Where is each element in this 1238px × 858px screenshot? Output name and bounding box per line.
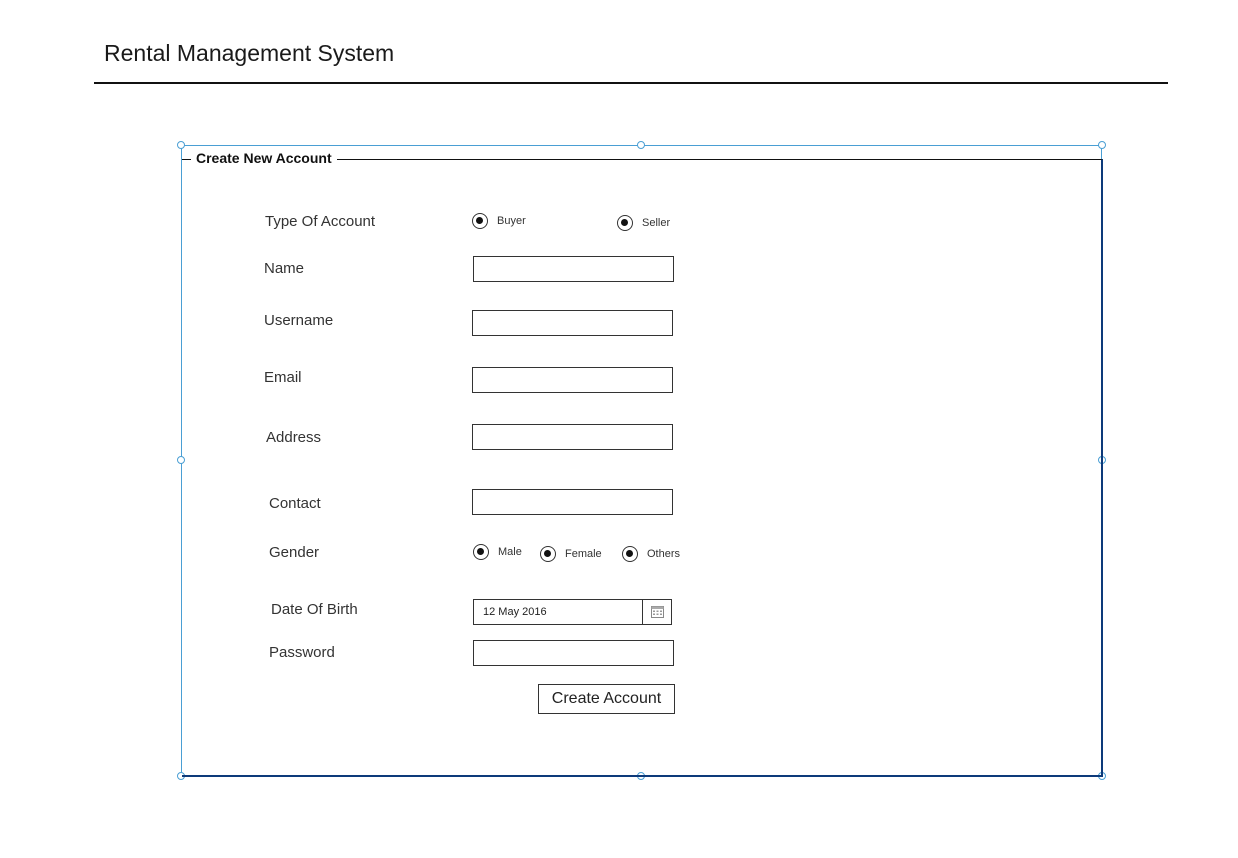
- gender-label: Gender: [269, 544, 320, 561]
- resize-handle-top-right[interactable]: [1098, 141, 1106, 149]
- calendar-icon[interactable]: [651, 605, 664, 618]
- contact-field[interactable]: [472, 489, 673, 515]
- dob-label: Date Of Birth: [271, 601, 358, 618]
- password-field[interactable]: [473, 640, 674, 666]
- title-divider: [94, 82, 1168, 84]
- radio-others-label: Others: [647, 548, 681, 560]
- radio-male-label: Male: [498, 546, 522, 558]
- radio-female-label: Female: [565, 548, 602, 560]
- username-label: Username: [264, 312, 334, 329]
- app-title: Rental Management System: [104, 40, 395, 66]
- radio-selected-dot: [621, 219, 628, 226]
- password-label: Password: [269, 644, 335, 661]
- radio-male[interactable]: [473, 544, 489, 560]
- radio-selected-dot: [626, 550, 633, 557]
- radio-buyer-label: Buyer: [497, 215, 526, 227]
- contact-label: Contact: [269, 495, 321, 512]
- dob-date-picker[interactable]: 12 May 2016: [473, 599, 672, 625]
- name-label: Name: [264, 260, 305, 277]
- address-field[interactable]: [472, 424, 673, 450]
- radio-selected-dot: [476, 217, 483, 224]
- date-picker-divider: [642, 600, 643, 624]
- email-label: Email: [264, 369, 302, 386]
- radio-selected-dot: [544, 550, 551, 557]
- account-type-label: Type Of Account: [265, 213, 376, 230]
- fieldset-legend: Create New Account: [191, 150, 337, 166]
- dob-value: 12 May 2016: [483, 606, 547, 618]
- name-field[interactable]: [473, 256, 674, 282]
- address-label: Address: [266, 429, 322, 446]
- email-field[interactable]: [472, 367, 673, 393]
- resize-handle-top-center[interactable]: [637, 141, 645, 149]
- create-account-button[interactable]: Create Account: [538, 684, 675, 714]
- username-field[interactable]: [472, 310, 673, 336]
- radio-seller[interactable]: [617, 215, 633, 231]
- radio-female[interactable]: [540, 546, 556, 562]
- radio-selected-dot: [477, 548, 484, 555]
- radio-seller-label: Seller: [642, 217, 671, 229]
- radio-buyer[interactable]: [472, 213, 488, 229]
- radio-others[interactable]: [622, 546, 638, 562]
- resize-handle-top-left[interactable]: [177, 141, 185, 149]
